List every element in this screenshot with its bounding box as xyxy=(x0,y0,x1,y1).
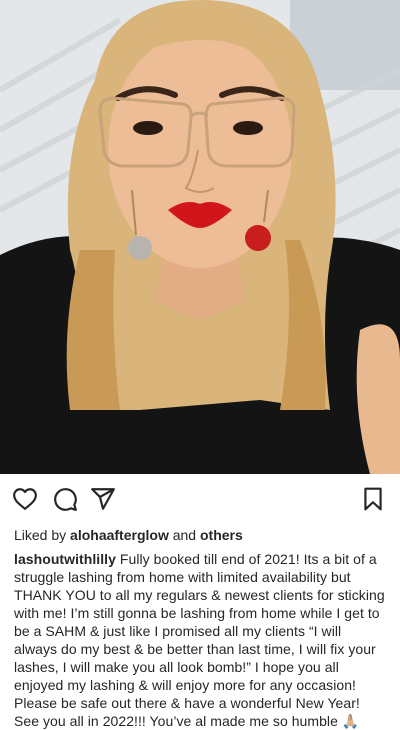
likes-prefix: Liked by xyxy=(14,527,67,543)
caption-text: Fully booked till end of 2021! Its a bit… xyxy=(14,551,385,729)
caption-username[interactable]: lashoutwithlilly xyxy=(14,551,116,567)
selfie-illustration xyxy=(0,0,400,474)
post-action-bar xyxy=(0,474,400,524)
comment-icon[interactable] xyxy=(52,486,78,512)
share-icon[interactable] xyxy=(90,486,116,512)
post-caption: lashoutwithlilly Fully booked till end of… xyxy=(14,550,386,730)
liked-by-username[interactable]: alohaafterglow xyxy=(70,527,169,543)
bookmark-icon[interactable] xyxy=(360,486,386,512)
likes-connector: and xyxy=(172,527,197,543)
likes-others-link[interactable]: others xyxy=(200,527,243,543)
post-photo[interactable] xyxy=(0,0,400,474)
likes-line: Liked by alohaafterglow and others xyxy=(14,524,386,544)
heart-icon[interactable] xyxy=(12,486,38,512)
